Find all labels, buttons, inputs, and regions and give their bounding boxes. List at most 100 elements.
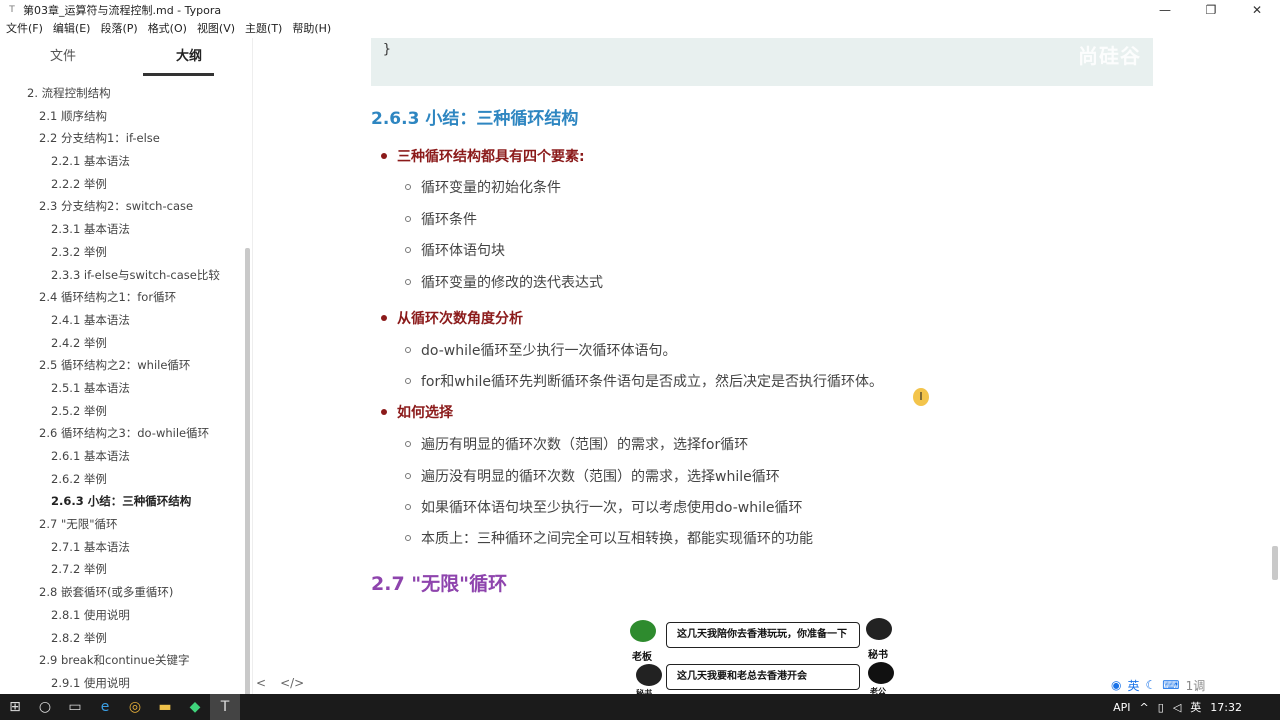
active-tab-indicator <box>143 73 214 76</box>
outline-item[interactable]: 2.5.2 举例 <box>0 400 245 423</box>
bullet-circle <box>405 441 411 447</box>
outline-item[interactable]: 2.8 嵌套循环(或多重循环) <box>0 581 245 604</box>
bullet-circle <box>405 535 411 541</box>
tab-outline[interactable]: 大纲 <box>126 38 252 76</box>
typora-app-icon: T <box>9 5 15 15</box>
ime-keyboard-icon[interactable]: ⌨ <box>1162 678 1179 692</box>
folder-icon[interactable]: ▬ <box>150 694 180 720</box>
outline-item[interactable]: 2.3.1 基本语法 <box>0 218 245 241</box>
outline-item[interactable]: 2.5.1 基本语法 <box>0 377 245 400</box>
menu-view[interactable]: 视图(V) <box>197 20 235 38</box>
edge-icon[interactable]: e <box>90 694 120 720</box>
search-icon[interactable]: ○ <box>30 694 60 720</box>
bullet-circle <box>405 184 411 190</box>
ime-extra: 1调 <box>1185 678 1206 693</box>
menu-help[interactable]: 帮助(H) <box>292 20 331 38</box>
menu-paragraph[interactable]: 段落(P) <box>100 20 137 38</box>
outline-item[interactable]: 2.4.1 基本语法 <box>0 309 245 332</box>
window-title: 第03章_运算符与流程控制.md - Typora <box>23 4 222 17</box>
list-item: 如果循环体语句块至少执行一次，可以考虑使用do-while循环 <box>405 497 802 517</box>
secretary-label: 秘书 <box>868 650 888 661</box>
text-cursor-icon: I <box>913 388 929 406</box>
bullet-circle <box>405 473 411 479</box>
ime-moon-icon[interactable]: ☾ <box>1146 678 1157 692</box>
outline-item[interactable]: 2.8.2 举例 <box>0 627 245 650</box>
outline-item[interactable]: 2.7 "无限"循环 <box>0 513 245 536</box>
bullet-heading: 如何选择 <box>381 402 453 422</box>
outline-item[interactable]: 2.3.2 举例 <box>0 241 245 264</box>
outline-item[interactable]: 2.7.1 基本语法 <box>0 536 245 559</box>
chrome-icon[interactable]: ◎ <box>120 694 150 720</box>
minimize-button[interactable]: — <box>1142 0 1188 20</box>
outline-item[interactable]: 2.6 循环结构之3：do-while循环 <box>0 422 245 445</box>
outline-item[interactable]: 2.3 分支结构2：switch-case <box>0 195 245 218</box>
tab-files[interactable]: 文件 <box>0 38 126 76</box>
outline-item[interactable]: 2.2.2 举例 <box>0 173 245 196</box>
list-item: 循环体语句块 <box>405 240 505 260</box>
sidebar-scrollbar[interactable] <box>245 248 250 700</box>
outline-item[interactable]: 2.2.1 基本语法 <box>0 150 245 173</box>
outline-item[interactable]: 2.2 分支结构1：if-else <box>0 127 245 150</box>
penguin-secretary-icon <box>866 618 892 640</box>
tray-expand-icon[interactable]: ^ <box>1140 701 1149 714</box>
list-item: 本质上：三种循环之间完全可以互相转换，都能实现循环的功能 <box>405 528 813 548</box>
menu-theme[interactable]: 主题(T) <box>245 20 282 38</box>
bilibili-watermark: bilibili <box>1184 38 1275 68</box>
typora-icon[interactable]: T <box>210 694 240 720</box>
bullet-circle <box>405 347 411 353</box>
outline-item[interactable]: 2.6.3 小结：三种循环结构 <box>0 490 245 513</box>
list-item: for和while循环先判断循环条件语句是否成立，然后决定是否执行循环体。 <box>405 371 883 391</box>
outline-item[interactable]: 2.4 循环结构之1：for循环 <box>0 286 245 309</box>
clock[interactable]: 17:32 <box>1210 701 1242 714</box>
outline-item[interactable]: 2.8.1 使用说明 <box>0 604 245 627</box>
bullet-circle <box>405 378 411 384</box>
editor-scrollbar[interactable] <box>1272 546 1278 580</box>
task-view-icon[interactable]: ▭ <box>60 694 90 720</box>
outline-item[interactable]: 2.5 循环结构之2：while循环 <box>0 354 245 377</box>
husband-label: 老公 <box>870 687 886 694</box>
list-item: 遍历没有明显的循环次数（范围）的需求，选择while循环 <box>405 466 780 486</box>
idea-icon[interactable]: ◆ <box>180 694 210 720</box>
bullet-dot <box>381 153 387 159</box>
volume-icon[interactable]: ◁ <box>1173 701 1181 714</box>
ime-toolbar[interactable]: ◉ 英 ☾ ⌨ 1调 <box>1108 676 1209 694</box>
outline-item[interactable]: 2.9.1 使用说明 <box>0 672 245 695</box>
outline-list: 2. 流程控制结构 2.1 顺序结构 2.2 分支结构1：if-else 2.2.1 … <box>0 82 245 695</box>
list-item: 遍历有明显的循环次数（范围）的需求，选择for循环 <box>405 434 748 454</box>
ime-logo-icon: ◉ <box>1111 678 1122 692</box>
speech-bubble-1: 这几天我陪你去香港玩玩，你准备一下 <box>666 622 860 648</box>
outline-item[interactable]: 2.6.2 举例 <box>0 468 245 491</box>
code-block[interactable]: } <box>371 38 1153 86</box>
outline-item[interactable]: 2.3.3 if-else与switch-case比较 <box>0 264 245 287</box>
outline-item[interactable]: 2.7.2 举例 <box>0 558 245 581</box>
menu-file[interactable]: 文件(F) <box>6 20 43 38</box>
turtle-boss-icon <box>630 620 656 642</box>
menu-edit[interactable]: 编辑(E) <box>53 20 91 38</box>
list-item: do-while循环至少执行一次循环体语句。 <box>405 340 676 360</box>
outline-item[interactable]: 2. 流程控制结构 <box>0 82 245 105</box>
section-heading-2: 2.7 "无限"循环 <box>371 573 508 595</box>
start-icon[interactable]: ⊞ <box>0 694 30 720</box>
editor-content[interactable]: } 尚硅谷 bilibili 2.6.3 小结：三种循环结构 三种循环结构都具有… <box>254 38 1280 694</box>
section-heading: 2.6.3 小结：三种循环结构 <box>371 109 579 129</box>
restore-button[interactable]: ❐ <box>1188 0 1234 20</box>
menu-format[interactable]: 格式(O) <box>148 20 187 38</box>
bullet-heading: 从循环次数角度分析 <box>381 308 523 328</box>
speech-bubble-2: 这几天我要和老总去香港开会 <box>666 664 860 690</box>
boss-label: 老板 <box>632 652 652 663</box>
tray-api[interactable]: API <box>1113 701 1130 714</box>
outline-item[interactable]: 2.1 顺序结构 <box>0 105 245 128</box>
outline-item[interactable]: 2.4.2 举例 <box>0 332 245 355</box>
bullet-dot <box>381 315 387 321</box>
list-item: 循环变量的修改的迭代表达式 <box>405 272 603 292</box>
bullet-dot <box>381 409 387 415</box>
close-button[interactable]: ✕ <box>1234 0 1280 20</box>
network-icon[interactable]: ▯ <box>1158 701 1164 714</box>
outline-item[interactable]: 2.6.1 基本语法 <box>0 445 245 468</box>
ime-language[interactable]: 英 <box>1127 677 1139 694</box>
sidebar: 文件 大纲 2. 流程控制结构 2.1 顺序结构 2.2 分支结构1：if-else… <box>0 38 253 700</box>
list-item: 循环变量的初始化条件 <box>405 177 561 197</box>
tray-language[interactable]: 英 <box>1190 699 1201 715</box>
owl-husband-icon <box>868 662 894 684</box>
outline-item[interactable]: 2.9 break和continue关键字 <box>0 649 245 672</box>
